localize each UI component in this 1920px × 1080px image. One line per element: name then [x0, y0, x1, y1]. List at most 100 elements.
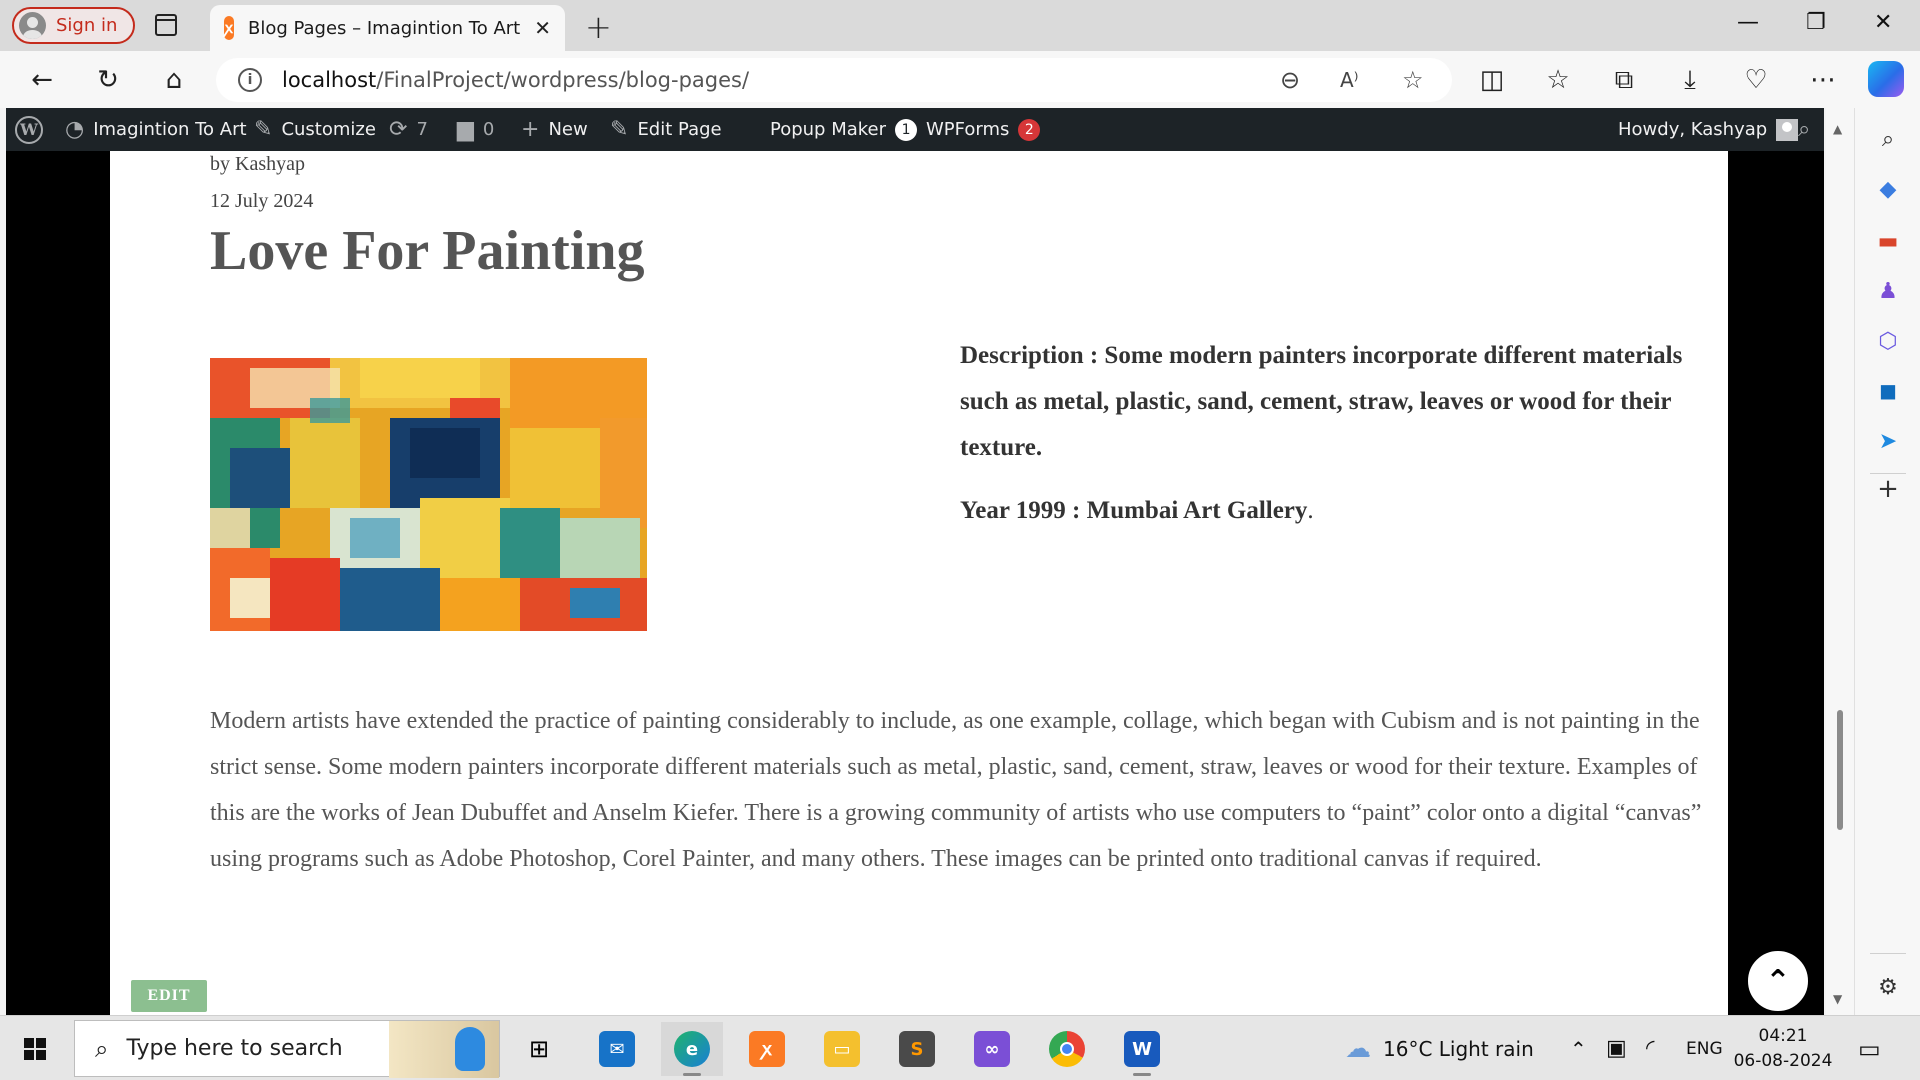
back-icon[interactable]: ← — [25, 63, 59, 97]
user-avatar — [1776, 118, 1799, 141]
admin-search[interactable]: ⌕ — [1798, 108, 1810, 151]
restore-icon[interactable]: ❐ — [1806, 10, 1826, 35]
customize-link[interactable]: ✎ Customize — [254, 108, 376, 151]
window-close-icon[interactable]: ✕ — [1874, 10, 1892, 35]
new-label: New — [548, 119, 588, 140]
split-screen-icon[interactable]: ◫ — [1475, 63, 1509, 97]
brush-icon: ✎ — [254, 117, 273, 142]
wpforms-badge: 2 — [1018, 118, 1041, 141]
page-scrollbar[interactable]: ▲ ▼ — [1826, 108, 1854, 1015]
sidebar-settings-gear-icon[interactable]: ⚙ — [1873, 972, 1903, 1002]
post-body: Modern artists have extended the practic… — [210, 708, 1702, 872]
taskbar-search-box[interactable]: ⌕ Type here to search — [74, 1020, 500, 1078]
task-view-icon[interactable]: ⊞ — [508, 1022, 570, 1076]
search-highlight-illustration — [389, 1021, 499, 1078]
browser-toolbar: ← ↻ ⌂ i localhost/FinalProject/wordpress… — [0, 51, 1920, 108]
edit-page-link[interactable]: ✎ Edit Page — [610, 108, 722, 151]
file-explorer-icon[interactable]: ▭ — [811, 1022, 873, 1076]
wpforms-menu[interactable]: WPForms 2 — [926, 108, 1041, 151]
weather-widget[interactable]: ☁ 16°C Light rain — [1345, 1016, 1534, 1080]
post-description: Description : Some modern painters incor… — [960, 342, 1683, 461]
search-icon: ⌕ — [95, 1034, 109, 1063]
tab-close-icon[interactable]: ✕ — [534, 16, 551, 40]
xampp-app-icon[interactable]: ꭗ — [736, 1022, 798, 1076]
scroll-to-top-button[interactable]: ⌃ — [1745, 948, 1811, 1014]
pencil-icon: ✎ — [610, 117, 629, 142]
tab-actions-icon[interactable] — [155, 14, 177, 36]
zoom-icon[interactable]: ⊖ — [1280, 66, 1300, 94]
sign-in-button[interactable]: Sign in — [12, 7, 136, 44]
collections-icon[interactable]: ⧉ — [1607, 63, 1641, 97]
read-aloud-icon[interactable]: A⁾ — [1340, 68, 1359, 92]
account-menu[interactable]: Howdy, Kashyap — [1618, 108, 1799, 151]
sublime-text-icon[interactable]: S — [886, 1022, 948, 1076]
sidebar-search-icon[interactable]: ⌕ — [1873, 124, 1903, 154]
page-viewport: W ◔ Imagintion To Art ✎ Customize ⟳ 7 ▆ … — [6, 108, 1824, 1015]
popup-maker-menu[interactable]: Popup Maker 1 — [770, 108, 918, 151]
taskbar-search-placeholder: Type here to search — [126, 1036, 343, 1061]
year-gallery-label: Year 1999 : Mumbai Art Gallery — [960, 497, 1308, 524]
refresh-icon[interactable]: ↻ — [91, 63, 125, 97]
url-path: /FinalProject/wordpress/blog-pages/ — [376, 68, 750, 92]
word-app-icon[interactable]: W — [1111, 1022, 1173, 1076]
wifi-icon[interactable]: ◜ — [1646, 1016, 1655, 1080]
wpforms-label: WPForms — [926, 119, 1010, 140]
chrome-app-icon[interactable] — [1036, 1022, 1098, 1076]
mail-app-icon[interactable]: ✉ — [586, 1022, 648, 1076]
scroll-down-icon[interactable]: ▼ — [1833, 992, 1842, 1006]
howdy-label: Howdy, Kashyap — [1618, 119, 1768, 140]
address-bar[interactable]: i localhost/FinalProject/wordpress/blog-… — [216, 58, 1452, 102]
downloads-icon[interactable]: ⤓ — [1673, 63, 1707, 97]
windows-taskbar: ⌕ Type here to search ⊞ ✉ e ꭗ ▭ S ∞ W ☁ … — [0, 1015, 1920, 1080]
plus-icon: + — [521, 117, 540, 142]
comments-count: 0 — [482, 119, 495, 140]
microsoft-365-icon[interactable]: ⬡ — [1873, 326, 1903, 356]
edit-post-button[interactable]: EDIT — [131, 980, 207, 1012]
dashboard-icon: ◔ — [65, 117, 85, 142]
more-menu-icon[interactable]: ⋯ — [1806, 63, 1840, 97]
visual-studio-icon[interactable]: ∞ — [961, 1022, 1023, 1076]
favorite-star-icon[interactable]: ☆ — [1402, 66, 1424, 94]
cloud-rain-icon: ☁ — [1345, 1033, 1371, 1064]
blog-post: by Kashyap 12 July 2024 Love For Paintin… — [110, 151, 1728, 1015]
xampp-favicon-icon: ꭗ — [224, 16, 234, 40]
tab-blog-pages[interactable]: ꭗ Blog Pages – Imagintion To Art ✕ — [210, 5, 565, 51]
updates-count: 7 — [416, 119, 428, 140]
copilot-icon[interactable] — [1868, 61, 1904, 97]
favorites-icon[interactable]: ☆ — [1541, 63, 1575, 97]
year-suffix: . — [1307, 497, 1314, 524]
popup-maker-badge: 1 — [895, 118, 918, 141]
send-drop-icon[interactable]: ➤ — [1873, 426, 1903, 456]
url-host: localhost — [282, 68, 377, 92]
site-name-menu[interactable]: ◔ Imagintion To Art — [65, 108, 247, 151]
edge-app-icon[interactable]: e — [661, 1022, 723, 1076]
comments-link[interactable]: ▆ 0 — [457, 108, 494, 151]
chevron-up-icon: ⌃ — [1765, 963, 1791, 999]
windows-start-icon[interactable] — [24, 1038, 46, 1060]
games-icon[interactable]: ♟ — [1873, 276, 1903, 306]
popup-maker-label: Popup Maker — [770, 119, 887, 140]
updates-icon: ⟳ — [389, 117, 408, 142]
sidebar-add-icon[interactable]: + — [1873, 474, 1903, 504]
scroll-up-icon[interactable]: ▲ — [1833, 122, 1842, 136]
tools-toolbox-icon[interactable]: ▬ — [1873, 226, 1903, 256]
new-content-menu[interactable]: + New — [521, 108, 588, 151]
battery-status-icon[interactable]: ▣ — [1606, 1016, 1627, 1080]
comment-icon: ▆ — [457, 117, 474, 142]
shopping-tag-icon[interactable]: ◆ — [1873, 174, 1903, 204]
outlook-icon[interactable]: ◼ — [1873, 376, 1903, 406]
home-icon[interactable]: ⌂ — [157, 63, 191, 97]
abstract-painting-image — [210, 358, 647, 631]
scrollbar-thumb[interactable] — [1837, 710, 1843, 830]
notifications-icon[interactable]: ▭ — [1858, 1016, 1881, 1080]
wp-logo-menu[interactable]: W — [15, 108, 43, 151]
show-hidden-icons[interactable]: ⌃ — [1570, 1016, 1587, 1080]
profile-avatar-icon — [19, 12, 46, 39]
site-name: Imagintion To Art — [93, 119, 247, 140]
system-clock[interactable]: 04:21 06-08-2024 — [1718, 1024, 1848, 1074]
site-info-icon[interactable]: i — [238, 68, 262, 92]
new-tab-icon[interactable]: + — [585, 8, 612, 46]
browser-essentials-icon[interactable]: ♡ — [1739, 63, 1773, 97]
minimize-icon[interactable]: — — [1737, 10, 1759, 35]
updates-link[interactable]: ⟳ 7 — [389, 108, 428, 151]
